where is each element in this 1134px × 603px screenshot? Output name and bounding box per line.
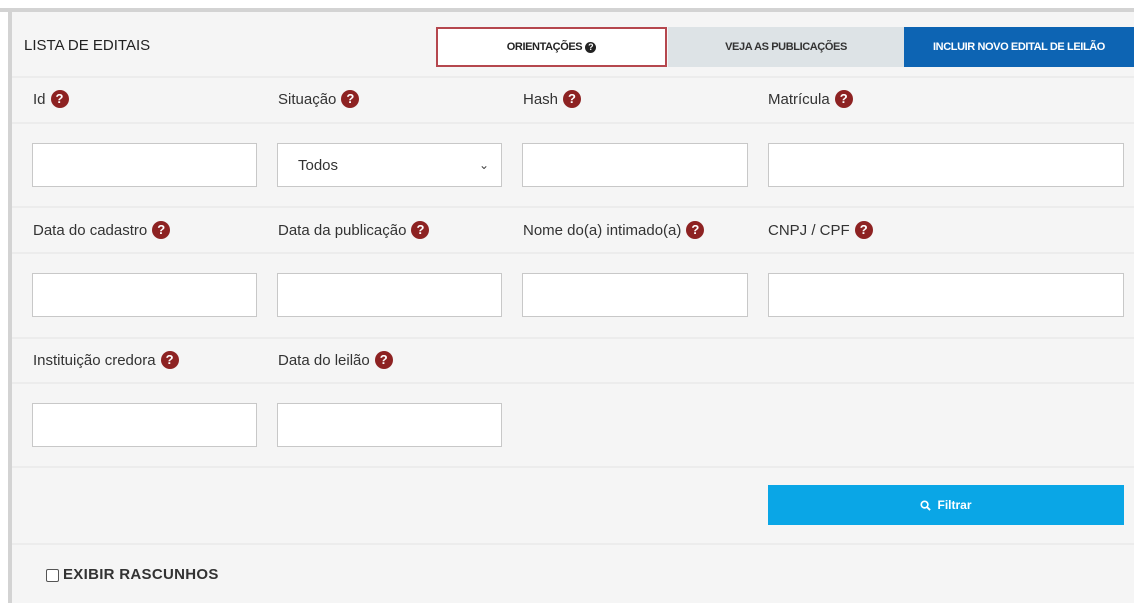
- search-icon: [920, 499, 932, 511]
- divider: [12, 206, 1134, 208]
- divider: [12, 337, 1134, 339]
- situacao-label-text: Situação: [278, 90, 337, 108]
- help-icon[interactable]: ?: [50, 90, 69, 108]
- matricula-label: Matrícula ?: [768, 90, 853, 108]
- help-icon[interactable]: ?: [686, 221, 705, 239]
- hash-label: Hash ?: [523, 90, 582, 108]
- data-leilao-label-text: Data do leilão: [278, 351, 370, 369]
- show-drafts-checkbox[interactable]: [46, 569, 59, 582]
- id-input[interactable]: [32, 143, 257, 187]
- tab-orientacoes-label: ORIENTAÇÕES: [506, 41, 583, 53]
- situacao-select[interactable]: Todos ⌄: [277, 143, 502, 187]
- situacao-selected-value: Todos: [298, 156, 339, 174]
- hash-label-text: Hash: [523, 90, 559, 108]
- nome-intimado-label: Nome do(a) intimado(a) ?: [523, 221, 705, 239]
- data-leilao-input[interactable]: [277, 403, 502, 447]
- data-publicacao-label-text: Data da publicação: [278, 221, 407, 239]
- incluir-edital-button[interactable]: INCLUIR NOVO EDITAL DE LEILÃO: [904, 27, 1134, 67]
- id-label-text: Id: [33, 90, 46, 108]
- divider: [12, 543, 1134, 545]
- divider: [12, 466, 1134, 468]
- data-leilao-label: Data do leilão ?: [278, 351, 393, 369]
- cnpj-cpf-label-text: CNPJ / CPF: [768, 221, 850, 239]
- id-label: Id ?: [33, 90, 69, 108]
- help-icon[interactable]: ?: [854, 221, 873, 239]
- filter-button-label: Filtrar: [937, 498, 972, 512]
- tab-publicacoes[interactable]: VEJA AS PUBLICAÇÕES: [668, 27, 904, 67]
- divider: [12, 122, 1134, 124]
- divider: [12, 252, 1134, 254]
- nome-intimado-label-text: Nome do(a) intimado(a): [523, 221, 682, 239]
- help-icon[interactable]: ?: [152, 221, 171, 239]
- matricula-label-text: Matrícula: [768, 90, 830, 108]
- instituicao-credora-input[interactable]: [32, 403, 257, 447]
- help-icon[interactable]: ?: [563, 90, 582, 108]
- situacao-label: Situação ?: [278, 90, 360, 108]
- divider: [12, 382, 1134, 384]
- help-icon[interactable]: ?: [160, 351, 179, 369]
- tab-publicacoes-label: VEJA AS PUBLICAÇÕES: [725, 41, 847, 53]
- incluir-edital-label: INCLUIR NOVO EDITAL DE LEILÃO: [933, 41, 1105, 53]
- nome-intimado-input[interactable]: [522, 273, 748, 317]
- chevron-down-icon: ⌄: [478, 158, 489, 172]
- matricula-input[interactable]: [768, 143, 1124, 187]
- show-drafts-toggle[interactable]: EXIBIR RASCUNHOS: [46, 566, 219, 583]
- data-cadastro-label-text: Data do cadastro: [33, 221, 148, 239]
- question-circle-icon: ?: [585, 41, 597, 53]
- page-title: LISTA DE EDITAIS: [24, 37, 151, 54]
- data-publicacao-input[interactable]: [277, 273, 502, 317]
- filter-button[interactable]: Filtrar: [768, 485, 1124, 525]
- instituicao-credora-label: Instituição credora ?: [33, 351, 179, 369]
- help-icon[interactable]: ?: [411, 221, 430, 239]
- help-icon[interactable]: ?: [341, 90, 360, 108]
- data-publicacao-label: Data da publicação ?: [278, 221, 430, 239]
- hash-input[interactable]: [522, 143, 748, 187]
- data-cadastro-label: Data do cadastro ?: [33, 221, 171, 239]
- instituicao-credora-label-text: Instituição credora: [33, 351, 156, 369]
- divider: [12, 76, 1134, 78]
- data-cadastro-input[interactable]: [32, 273, 257, 317]
- help-icon[interactable]: ?: [374, 351, 393, 369]
- help-icon[interactable]: ?: [834, 90, 853, 108]
- show-drafts-label: EXIBIR RASCUNHOS: [63, 566, 219, 583]
- tab-orientacoes[interactable]: ORIENTAÇÕES ?: [436, 27, 667, 67]
- cnpj-cpf-input[interactable]: [768, 273, 1124, 317]
- cnpj-cpf-label: CNPJ / CPF ?: [768, 221, 873, 239]
